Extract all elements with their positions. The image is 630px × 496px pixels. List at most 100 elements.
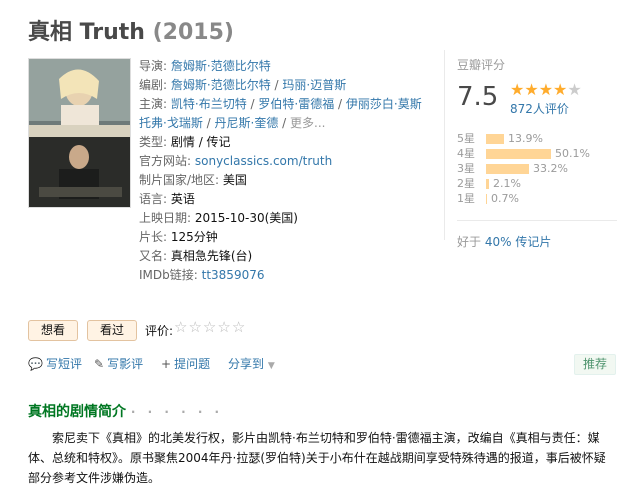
director-label: 导演 [139,59,164,73]
rating-bar-fill [486,194,487,204]
website-link[interactable]: sonyclassics.com/truth [195,154,332,168]
aka-value: 真相急先锋(台) [170,249,253,263]
star-empty-icon: ★ [567,80,582,99]
info-release-row: 上映日期: 2015-10-30(美国) [139,209,439,228]
cast-more-link[interactable]: 更多... [290,116,325,130]
language-value: 英语 [170,192,195,206]
ask-label: 提问题 [174,357,211,371]
imdb-link[interactable]: tt3859076 [202,268,265,282]
summary-dots: · · · · · · [130,405,224,419]
runtime-label: 片长: [139,230,168,244]
rating-bar-row: 2星 2.1% [457,176,617,191]
website-label: 官方网站: [139,154,192,168]
summary-text: 索尼卖下《真相》的北美发行权，影片由凯特·布兰切特和罗伯特·雷德福主演，改编自《… [28,431,606,485]
summary-body: 索尼卖下《真相》的北美发行权，影片由凯特·布兰切特和罗伯特·雷德福主演，改编自《… [28,428,613,488]
info-website-row: 官方网站: sonyclassics.com/truth [139,152,439,171]
share-label: 分享到 [228,357,265,371]
info-director-row: 导演: 詹姆斯·范德比尔特 [139,59,271,73]
plus-icon: + [161,357,172,371]
pencil-icon: ✎ [94,357,105,371]
rate-star-icon[interactable]: ☆ [203,318,217,336]
rate-star-icon[interactable]: ☆ [188,318,202,336]
info-language-row: 语言: 英语 [139,190,439,209]
write-review-label: 写影评 [107,357,144,371]
rating-bar-row: 5星 13.9% [457,131,617,146]
rating-score: 7.5 [457,82,499,112]
rating-bar-fill [486,134,504,144]
movie-poster[interactable] [28,58,131,208]
writer-link[interactable]: 詹姆斯·范德比尔特 [171,78,271,92]
rating-bar-percent: 2.1% [493,177,521,190]
rating-bar-fill [486,179,489,189]
rating-bar-star-label: 1星 [457,192,475,205]
poster-image [29,59,130,207]
rating-bar-percent: 0.7% [491,192,519,205]
better-than: 好于 40% 传记片 [457,233,551,250]
language-label: 语言: [139,192,168,206]
star-icon: ★ [538,80,554,99]
rating-divider [457,220,617,221]
writer-link[interactable]: 玛丽·迈普斯 [282,78,346,92]
rating-bar-percent: 13.9% [508,132,543,145]
writers-label: 编剧 [139,78,164,92]
summary-title: 真相的剧情简介 · · · · · · [28,401,223,421]
movie-title: 真相 Truth [28,20,145,45]
star-icon: ★ [553,80,568,99]
better-than-link[interactable]: 40% 传记片 [485,235,552,249]
rating-bar-star-label: 4星 [457,147,475,160]
movie-year: (2015) [152,20,234,45]
votes-link[interactable]: 872人评价 [510,100,569,117]
rating-panel: 豆瓣评分 7.5 ★★★★★ 872人评价 5星 13.9% 4星 50.1% 3星 33… [457,56,617,249]
rating-bar-row: 3星 33.2% [457,161,617,176]
release-label: 上映日期: [139,211,192,225]
write-short-label: 写短评 [45,357,82,371]
rate-stars: ☆☆☆☆☆ [174,318,246,336]
cast-link[interactable]: 伊丽莎白·莫斯 [346,97,422,111]
release-value: 2015-10-30(美国) [194,211,298,225]
summary-title-text: 真相的剧情简介 [28,404,126,420]
ask-question-link[interactable]: + 提问题 [161,355,210,372]
rating-bar-star-label: 5星 [457,132,475,145]
rating-bar-percent: 50.1% [555,147,590,160]
info-aka-row: 又名: 真相急先锋(台) [139,247,439,266]
watched-button[interactable]: 看过 [87,320,137,341]
rating-bar-star-label: 2星 [457,177,475,190]
star-icon: ★ [524,80,539,99]
want-to-watch-button[interactable]: 想看 [28,320,78,341]
cast-link[interactable]: 托弗·戈瑞斯 [139,116,203,130]
share-dropdown[interactable]: 分享到 ▼ [228,355,275,372]
rating-label: 豆瓣评分 [457,58,506,72]
director-link[interactable]: 詹姆斯·范德比尔特 [171,59,271,73]
genre-label: 类型: [139,135,168,149]
rating-bar-row: 1星 0.7% [457,191,617,206]
rating-bar-percent: 33.2% [533,162,568,175]
info-cast-row-2: 托弗·戈瑞斯 / 丹尼斯·奎德 / 更多... [139,116,326,130]
rating-distribution: 5星 13.9% 4星 50.1% 3星 33.2% 2星 2.1% 1星 0.7% [457,131,617,206]
genre-value: 剧情 / 传记 [170,135,231,149]
info-genre-row: 类型: 剧情 / 传记 [139,133,439,152]
write-short-review-link[interactable]: 💬 写短评 [28,355,82,372]
rating-bar-fill [486,149,551,159]
cast-link[interactable]: 罗伯特·雷德福 [258,97,334,111]
rating-bar-row: 4星 50.1% [457,146,617,161]
rating-stars: ★★★★★ [510,80,582,99]
info-imdb-row: IMDb链接: tt3859076 [139,266,439,285]
rating-bar-fill [486,164,529,174]
rate-star-icon[interactable]: ☆ [174,318,188,336]
divider [444,50,445,240]
rate-star-icon[interactable]: ☆ [217,318,231,336]
info-writers-row: 编剧: 詹姆斯·范德比尔特 / 玛丽·迈普斯 [139,78,347,92]
cast-link[interactable]: 丹尼斯·奎德 [215,116,279,130]
write-review-link[interactable]: ✎ 写影评 [94,355,143,372]
country-value: 美国 [222,173,247,187]
star-icon: ★ [510,80,525,99]
rate-star-icon[interactable]: ☆ [232,318,246,336]
cast-link[interactable]: 凯特·布兰切特 [171,97,247,111]
info-country-row: 制片国家/地区: 美国 [139,171,439,190]
info-cast-row: 主演: 凯特·布兰切特 / 罗伯特·雷德福 / 伊丽莎白·莫斯 [139,97,422,111]
rating-bar-star-label: 3星 [457,162,475,175]
cast-label: 主演 [139,97,164,111]
recommend-button[interactable]: 推荐 [574,354,616,375]
aka-label: 又名: [139,249,168,263]
page-title: 真相 Truth (2015) [28,14,234,46]
